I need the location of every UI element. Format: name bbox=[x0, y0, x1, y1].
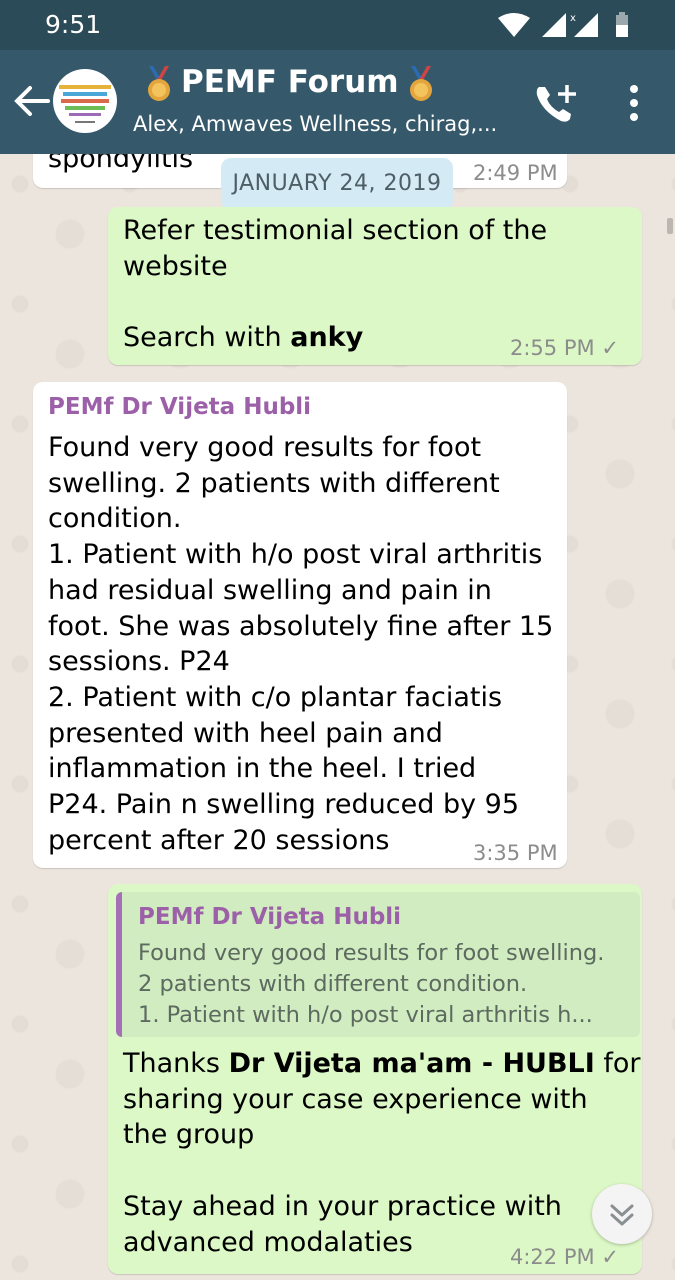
chat-header: PEMF Forum Alex, Amwaves Wellness, chira… bbox=[0, 50, 675, 154]
message-line: Thanks Dr Vijeta ma'am - HUBLI for bbox=[123, 1046, 641, 1082]
message-time-status: 4:22 PM ✓ bbox=[510, 1240, 619, 1276]
group-name: PEMF Forum bbox=[181, 64, 399, 100]
message-line: condition. bbox=[48, 503, 182, 535]
message-time-status: 2:55 PM ✓ bbox=[510, 331, 619, 367]
message-line: Found very good results for foot bbox=[48, 432, 482, 463]
message-line: 1. Patient with h/o post viral arthritis bbox=[48, 539, 543, 571]
message-bubble-incoming[interactable]: PEMf Dr Vijeta Hubli Found very good res… bbox=[33, 382, 567, 868]
message-line: inflammation in the heel. I tried bbox=[48, 753, 477, 785]
signal-icon bbox=[542, 13, 566, 37]
message-line: Stay ahead in your practice with bbox=[123, 1190, 562, 1222]
message-line: Refer testimonial section of the bbox=[123, 215, 548, 246]
more-options-icon[interactable] bbox=[624, 85, 644, 121]
svg-text:x: x bbox=[570, 13, 576, 24]
message-line: 2. Patient with c/o plantar faciatis bbox=[48, 681, 503, 713]
chat-title[interactable]: PEMF Forum bbox=[137, 64, 443, 102]
group-avatar[interactable] bbox=[53, 69, 117, 133]
message-line: had residual swelling and pain in bbox=[48, 574, 492, 606]
sender-name[interactable]: PEMf Dr Vijeta Hubli bbox=[48, 390, 311, 426]
message-line: swelling. 2 patients with different bbox=[48, 467, 500, 499]
message-text: Found very good results for foot swellin… bbox=[48, 430, 553, 858]
add-call-icon[interactable] bbox=[533, 83, 577, 125]
quoted-line: 1. Patient with h/o post viral arthritis… bbox=[138, 1002, 593, 1028]
message-line: Search with anky bbox=[123, 320, 547, 356]
date-separator: JANUARY 24, 2019 bbox=[221, 158, 453, 210]
message-text-bold: anky bbox=[290, 322, 364, 354]
message-text: Refer testimonial section of the website… bbox=[123, 213, 547, 356]
quoted-message[interactable]: PEMf Dr Vijeta Hubli Found very good res… bbox=[116, 892, 640, 1037]
medal-icon bbox=[148, 65, 170, 101]
quoted-line: Found very good results for foot swellin… bbox=[138, 940, 605, 966]
message-bubble-outgoing[interactable]: Refer testimonial section of the website… bbox=[108, 207, 642, 365]
message-bubble-outgoing[interactable]: PEMf Dr Vijeta Hubli Found very good res… bbox=[108, 884, 642, 1274]
sent-check-icon: ✓ bbox=[601, 1245, 619, 1269]
message-line: P24. Pain n swelling reduced by 95 bbox=[48, 789, 520, 821]
scrollbar-thumb[interactable] bbox=[667, 218, 673, 234]
message-line: presented with heel pain and bbox=[48, 717, 443, 749]
quoted-text: Found very good results for foot swellin… bbox=[138, 938, 628, 1031]
message-time: 4:22 PM bbox=[510, 1245, 595, 1269]
group-members[interactable]: Alex, Amwaves Wellness, chirag,... bbox=[133, 112, 523, 136]
message-time: 2:55 PM bbox=[510, 336, 595, 360]
chat-area[interactable]: spondylitis 2:49 PM JANUARY 24, 2019 Ref… bbox=[0, 154, 675, 1280]
signal-x-icon: x bbox=[570, 13, 598, 37]
back-arrow-icon[interactable] bbox=[12, 81, 50, 121]
battery-icon bbox=[616, 12, 628, 37]
status-bar: 9:51 x bbox=[0, 0, 675, 50]
message-text-regular: Thanks bbox=[123, 1048, 229, 1079]
message-line: sharing your case experience with bbox=[123, 1083, 588, 1115]
message-line: sessions. P24 bbox=[48, 646, 230, 678]
message-text-regular: for bbox=[594, 1048, 641, 1079]
message-text: spondylitis bbox=[48, 154, 194, 174]
status-time: 9:51 bbox=[45, 10, 102, 39]
message-line: the group bbox=[123, 1119, 255, 1151]
message-line: foot. She was absolutely fine after 15 bbox=[48, 610, 554, 642]
medal-icon bbox=[409, 65, 432, 101]
sent-check-icon: ✓ bbox=[601, 336, 619, 360]
scroll-to-bottom-button[interactable] bbox=[592, 1184, 652, 1244]
status-icons: x bbox=[498, 12, 628, 37]
message-text: Thanks Dr Vijeta ma'am - HUBLI for shari… bbox=[123, 1046, 641, 1260]
message-text-bold: Dr Vijeta ma'am - HUBLI bbox=[228, 1048, 595, 1079]
message-time: 2:49 PM bbox=[473, 161, 558, 185]
wifi-icon bbox=[498, 13, 530, 37]
quoted-sender: PEMf Dr Vijeta Hubli bbox=[138, 904, 402, 930]
message-line: website bbox=[123, 250, 228, 282]
message-time: 3:35 PM bbox=[473, 841, 558, 865]
quoted-line: 2 patients with different condition. bbox=[138, 971, 528, 997]
message-text-regular: Search with bbox=[123, 322, 291, 354]
double-chevron-down-icon bbox=[610, 1204, 634, 1226]
word-cloud-logo bbox=[59, 85, 111, 123]
